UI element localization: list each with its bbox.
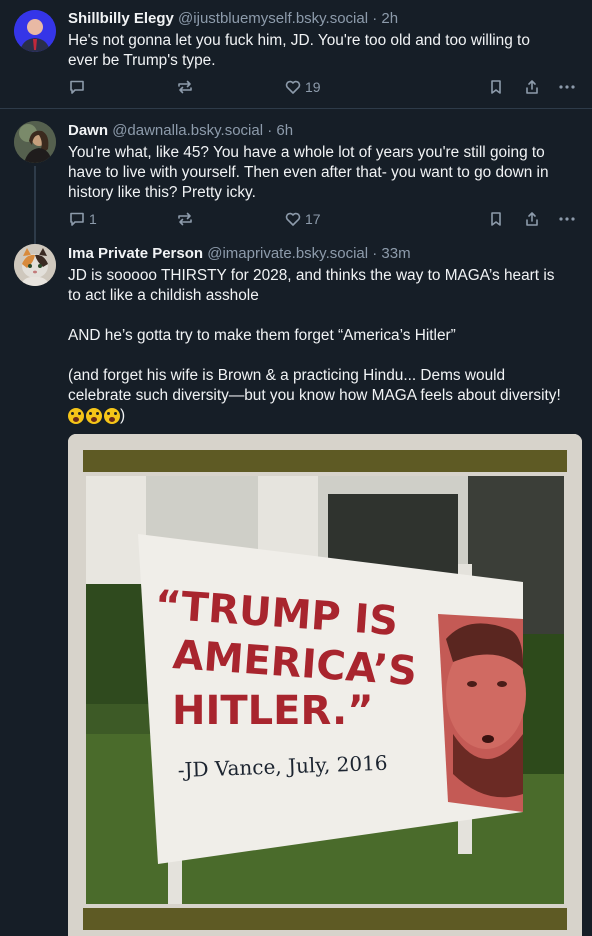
- more-button[interactable]: [558, 77, 576, 97]
- sign-quote-line3: HITLER.”: [172, 688, 373, 734]
- reply-button[interactable]: 1: [68, 209, 97, 229]
- text-line: ever be Trump's type.: [68, 52, 216, 69]
- text-line: [68, 346, 584, 366]
- more-button[interactable]: [558, 209, 576, 229]
- emoji-tail: ): [120, 407, 126, 424]
- more-icon: [559, 217, 575, 221]
- heart-icon: [285, 212, 301, 226]
- share-button[interactable]: [523, 77, 541, 97]
- post-text: He's not gonna let you fuck him, JD. You…: [68, 31, 584, 71]
- author-name[interactable]: Shillbilly Elegy: [68, 10, 174, 27]
- reply-count: 1: [89, 211, 97, 227]
- like-count: 19: [305, 79, 321, 95]
- text-line: He's not gonna let you fuck him, JD. You…: [68, 32, 530, 49]
- banner-bottom: [83, 908, 567, 930]
- author-handle[interactable]: @dawnalla.bsky.social: [112, 122, 263, 139]
- avatar[interactable]: [14, 121, 56, 163]
- text-line: AND he’s gotta try to make them forget “…: [68, 327, 456, 344]
- post-time: · 33m: [372, 245, 411, 262]
- emoji-line: ): [68, 406, 584, 426]
- author-name[interactable]: Ima Private Person: [68, 245, 203, 262]
- bookmark-button[interactable]: [487, 77, 505, 97]
- bookmark-icon: [491, 212, 501, 226]
- scream-emoji-icon: [104, 407, 120, 424]
- repost-button[interactable]: [176, 77, 194, 97]
- post-text: JD is sooooo THIRSTY for 2028, and think…: [68, 266, 584, 426]
- post-meta: Dawn @dawnalla.bsky.social · 6h: [68, 121, 293, 141]
- text-line: to act like a childish asshole: [68, 287, 259, 304]
- emoji-group: [68, 407, 120, 424]
- scream-emoji-icon: [68, 407, 84, 424]
- repost-icon: [178, 80, 192, 94]
- like-button[interactable]: 17: [284, 209, 321, 229]
- repost-icon: [178, 212, 192, 226]
- post-time: · 6h: [267, 122, 294, 139]
- post-meta: Ima Private Person @imaprivate.bsky.soci…: [68, 244, 411, 264]
- text-line: have to live with yourself. Then even af…: [68, 164, 549, 181]
- post-2[interactable]: Dawn @dawnalla.bsky.social · 6h You're w…: [0, 109, 592, 237]
- text-line: You're what, like 45? You have a whole l…: [68, 144, 545, 161]
- reply-icon: [70, 212, 84, 226]
- post-1[interactable]: Shillbilly Elegy @ijustbluemyself.bsky.s…: [0, 0, 592, 108]
- repost-button[interactable]: [176, 209, 194, 229]
- share-icon: [526, 80, 538, 94]
- like-count: 17: [305, 211, 321, 227]
- share-icon: [526, 212, 538, 226]
- bookmark-button[interactable]: [487, 209, 505, 229]
- bookmark-icon: [491, 80, 501, 94]
- avatar[interactable]: [14, 244, 56, 286]
- post-text: You're what, like 45? You have a whole l…: [68, 143, 584, 203]
- avatar[interactable]: [14, 10, 56, 52]
- author-handle[interactable]: @imaprivate.bsky.social: [207, 245, 368, 262]
- text-line: JD is sooooo THIRSTY for 2028, and think…: [68, 267, 555, 284]
- action-bar: 1 17: [68, 209, 580, 229]
- post-image[interactable]: “TRUMP IS AMERICA’S HITLER.” -JD Vance, …: [68, 434, 582, 936]
- more-icon: [559, 85, 575, 89]
- reply-icon: [70, 80, 84, 94]
- post-time: · 2h: [372, 10, 399, 27]
- scream-emoji-icon: [86, 407, 102, 424]
- yard-sign-photo: “TRUMP IS AMERICA’S HITLER.” -JD Vance, …: [68, 434, 582, 936]
- author-name[interactable]: Dawn: [68, 122, 108, 139]
- share-button[interactable]: [523, 209, 541, 229]
- like-button[interactable]: 19: [284, 77, 321, 97]
- reply-button[interactable]: [68, 77, 89, 97]
- text-line: history like this? Pretty icky.: [68, 184, 256, 201]
- author-handle[interactable]: @ijustbluemyself.bsky.social: [178, 10, 368, 27]
- action-bar: 19: [68, 77, 580, 97]
- text-line: (and forget his wife is Brown & a practi…: [68, 367, 506, 384]
- heart-icon: [285, 80, 301, 94]
- banner-top: [83, 450, 567, 472]
- post-meta: Shillbilly Elegy @ijustbluemyself.bsky.s…: [68, 9, 398, 29]
- text-line: celebrate such diversity—but you know ho…: [68, 387, 561, 404]
- text-line: [68, 306, 584, 326]
